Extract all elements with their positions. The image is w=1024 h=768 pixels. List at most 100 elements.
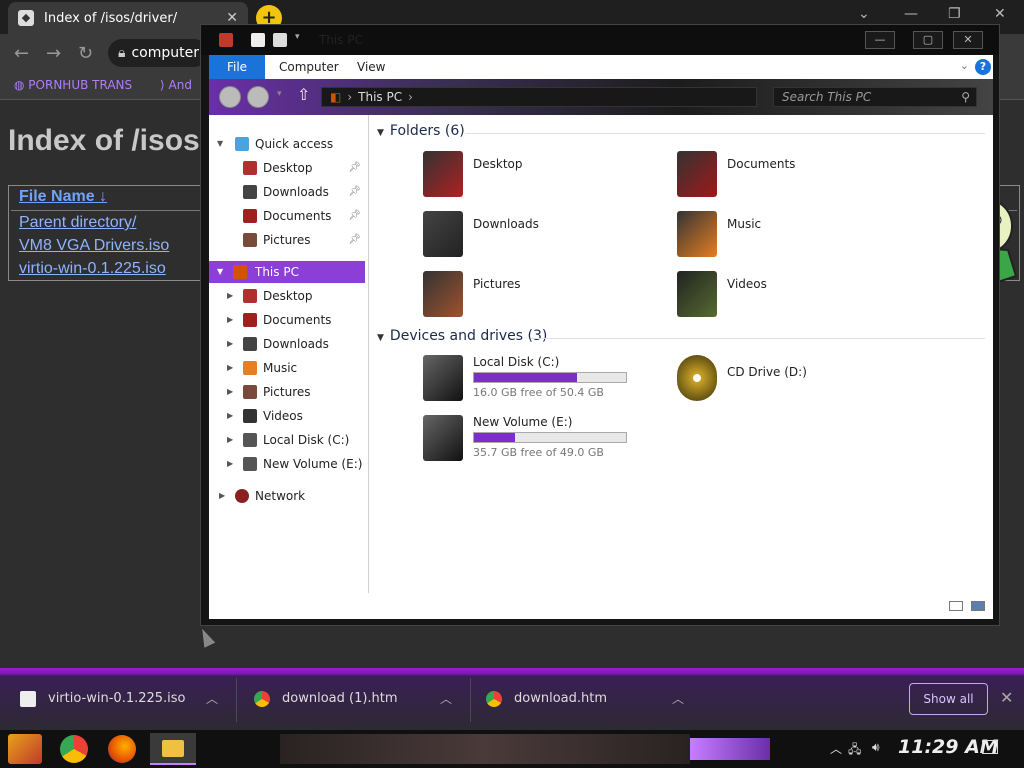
collapsed-arrow-icon[interactable]: ▶ [227, 333, 233, 355]
drive-tile-new-volume-e[interactable]: New Volume (E:) 35.7 GB free of 49.0 GB [423, 415, 663, 467]
collapsed-arrow-icon[interactable]: ▶ [227, 453, 233, 475]
folder-tile-videos[interactable]: Videos [677, 271, 917, 323]
close-window-button[interactable]: ✕ [994, 6, 1006, 22]
details-view-icon[interactable] [949, 601, 963, 611]
new-folder-icon[interactable] [273, 33, 287, 47]
ribbon-tab-computer[interactable]: Computer [279, 55, 339, 79]
bookmark-pornhub-trans[interactable]: ◍ PORNHUB TRANS [14, 78, 132, 92]
explorer-back-icon[interactable] [219, 86, 241, 108]
nav-quick-pictures[interactable]: Pictures 📌︎ [209, 229, 365, 251]
recent-locations-icon[interactable]: ▾ [277, 89, 282, 99]
nav-quick-documents[interactable]: Documents 📌︎ [209, 205, 365, 227]
nav-pc-local-disk-c[interactable]: ▶ Local Disk (C:) [209, 429, 365, 451]
reload-icon[interactable]: ↻ [78, 43, 93, 64]
help-icon[interactable]: ? [975, 59, 991, 75]
nav-pc-new-volume-e[interactable]: ▶ New Volume (E:) [209, 453, 365, 475]
nav-pc-pictures[interactable]: ▶ Pictures [209, 381, 365, 403]
nav-pc-desktop[interactable]: ▶ Desktop [209, 285, 365, 307]
file-name-column-header[interactable]: File Name ↓ [19, 188, 107, 206]
drive-free-space: 35.7 GB free of 49.0 GB [473, 446, 604, 459]
download-item-download-1[interactable]: download (1).htm ︿ [254, 686, 452, 712]
file-explorer-taskbar-button[interactable] [150, 733, 196, 765]
explorer-search-input[interactable]: Search This PC ⚲ [773, 87, 977, 107]
chrome-taskbar-icon[interactable] [60, 735, 88, 763]
download-menu-chevron-icon[interactable]: ︿ [672, 686, 684, 712]
pin-icon[interactable]: 📌︎ [348, 157, 361, 179]
restore-button[interactable]: ❐ [948, 6, 961, 22]
large-icons-view-icon[interactable] [971, 601, 985, 611]
minimize-button[interactable]: — [904, 6, 918, 22]
pin-icon[interactable]: 📌︎ [348, 205, 361, 227]
up-arrow-icon[interactable]: ⇧ [297, 85, 310, 104]
crumb-chevron-icon[interactable]: › [408, 90, 413, 104]
pictures-folder-icon [243, 233, 257, 247]
back-arrow-icon[interactable]: ← [14, 43, 29, 64]
bookmark-and[interactable]: ⟩ And [160, 78, 192, 92]
ribbon-tab-file[interactable]: File [209, 55, 265, 79]
collapsed-arrow-icon[interactable]: ▶ [227, 357, 233, 379]
ribbon-tab-view[interactable]: View [357, 55, 385, 79]
network-tray-icon[interactable]: 🖧︎ [848, 740, 861, 761]
explorer-forward-icon[interactable] [247, 86, 269, 108]
pin-icon[interactable]: 📌︎ [348, 181, 361, 203]
folder-tile-documents[interactable]: Documents [677, 151, 917, 203]
folders-group-header[interactable]: ▼ Folders (6) [377, 123, 465, 139]
start-button-icon[interactable] [8, 734, 42, 764]
show-all-downloads-button[interactable]: Show all [909, 683, 988, 715]
nav-pc-music[interactable]: ▶ Music [209, 357, 365, 379]
download-item-virtio[interactable]: virtio-win-0.1.225.iso ︿ [20, 686, 218, 712]
download-item-download[interactable]: download.htm ︿ [486, 686, 684, 712]
drive-tile-cd-drive-d[interactable]: CD Drive (D:) [677, 355, 917, 407]
nav-pc-videos[interactable]: ▶ Videos [209, 405, 365, 427]
folder-tile-pictures[interactable]: Pictures [423, 271, 663, 323]
group-collapse-icon[interactable]: ▼ [377, 128, 384, 138]
ribbon-expand-icon[interactable]: ⌄ [960, 59, 969, 72]
file-link-parent[interactable]: Parent directory/ [19, 214, 136, 232]
collapsed-arrow-icon[interactable]: ▶ [227, 381, 233, 403]
nav-pc-documents[interactable]: ▶ Documents [209, 309, 365, 331]
explorer-maximize-button[interactable]: ▢ [913, 31, 943, 49]
forward-arrow-icon[interactable]: → [46, 43, 61, 64]
show-hidden-icons-icon[interactable]: ︿ [830, 740, 842, 757]
explorer-path-field[interactable]: ◧ › This PC › [321, 87, 757, 107]
nav-pc-downloads[interactable]: ▶ Downloads [209, 333, 365, 355]
drive-tile-local-disk-c[interactable]: Local Disk (C:) 16.0 GB free of 50.4 GB [423, 355, 663, 407]
address-bar[interactable]: 🔒︎ computer [108, 39, 208, 67]
search-icon[interactable]: ⚲ [961, 88, 970, 106]
explorer-close-button[interactable]: ✕ [953, 31, 983, 49]
folder-tile-music[interactable]: Music [677, 211, 917, 263]
nav-quick-access[interactable]: ▼ Quick access [209, 133, 365, 155]
group-collapse-icon[interactable]: ▼ [377, 333, 384, 343]
breadcrumb-this-pc[interactable]: This PC [358, 90, 402, 104]
tab-search-icon[interactable]: ⌄ [858, 6, 870, 22]
explorer-minimize-button[interactable]: — [865, 31, 895, 49]
folder-tile-desktop[interactable]: Desktop [423, 151, 663, 203]
customize-qat-chevron-icon[interactable]: ▾ [295, 32, 300, 42]
notification-center-icon[interactable] [982, 740, 998, 754]
download-menu-chevron-icon[interactable]: ︿ [440, 686, 452, 712]
folder-tile-downloads[interactable]: Downloads [423, 211, 663, 263]
file-link-vm8[interactable]: VM8 VGA Drivers.iso [19, 237, 169, 255]
close-downloads-bar-icon[interactable]: ✕ [1000, 688, 1013, 707]
expand-arrow-icon[interactable]: ▼ [217, 261, 223, 283]
nav-this-pc[interactable]: ▼ This PC [209, 261, 365, 283]
volume-icon[interactable]: 🔊︎ [872, 740, 880, 755]
collapsed-arrow-icon[interactable]: ▶ [227, 405, 233, 427]
hard-drive-icon [423, 415, 463, 461]
collapsed-arrow-icon[interactable]: ▶ [227, 309, 233, 331]
firefox-taskbar-icon[interactable] [108, 735, 136, 763]
collapsed-arrow-icon[interactable]: ▶ [227, 429, 233, 451]
expand-arrow-icon[interactable]: ▼ [217, 133, 223, 155]
nav-network[interactable]: ▶ Network [209, 485, 365, 507]
lock-icon: 🔒︎ [118, 45, 126, 61]
explorer-app-icon [219, 33, 233, 47]
collapsed-arrow-icon[interactable]: ▶ [219, 485, 225, 507]
download-menu-chevron-icon[interactable]: ︿ [206, 686, 218, 712]
file-link-virtio[interactable]: virtio-win-0.1.225.iso [19, 260, 166, 278]
collapsed-arrow-icon[interactable]: ▶ [227, 285, 233, 307]
pin-icon[interactable]: 📌︎ [348, 229, 361, 251]
properties-icon[interactable] [251, 33, 265, 47]
nav-quick-desktop[interactable]: Desktop 📌︎ [209, 157, 365, 179]
drives-group-header[interactable]: ▼ Devices and drives (3) [377, 328, 547, 344]
nav-quick-downloads[interactable]: Downloads 📌︎ [209, 181, 365, 203]
